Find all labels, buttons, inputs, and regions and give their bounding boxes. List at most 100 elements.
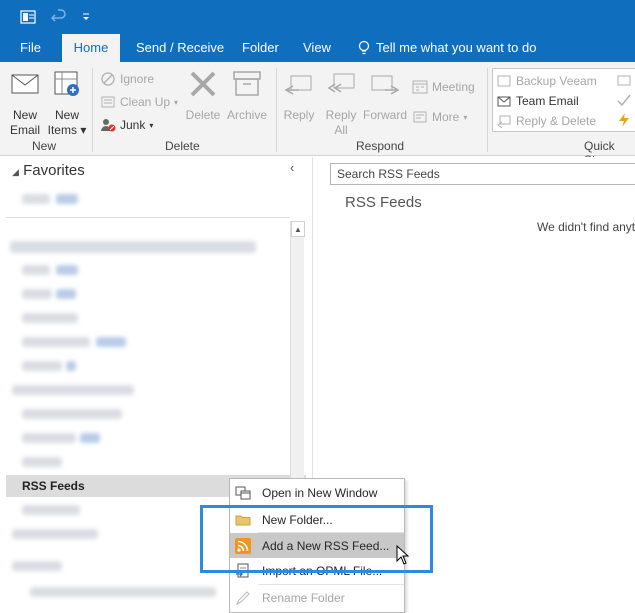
new-email-icon (11, 74, 39, 94)
ribbon-separator (92, 68, 93, 152)
menu-item-label: Open in New Window (262, 485, 378, 500)
mouse-cursor-icon (396, 545, 410, 565)
favorites-header[interactable]: ◢ Favorites (12, 162, 85, 179)
reply-button[interactable]: Reply (280, 68, 318, 123)
reply-all-icon (327, 73, 355, 93)
quick-step-backup-veeam[interactable]: Backup Veeam (496, 72, 597, 90)
redacted-folder[interactable] (22, 505, 80, 515)
delete-button[interactable]: Delete (184, 68, 222, 123)
menu-item-open-new-window[interactable]: Open in New Window (230, 480, 404, 505)
ribbon: New Email New Items ▾ New Ignore Clean U… (0, 62, 635, 167)
junk-icon (101, 119, 116, 132)
menu-item-import-opml[interactable]: Import an OPML File... (230, 558, 404, 583)
folder-title: RSS Feeds (345, 194, 422, 211)
group-label-new: New (32, 139, 57, 153)
reply-icon (284, 75, 312, 95)
tab-send-receive[interactable]: Send / Receive (126, 34, 234, 62)
menu-item-label: Rename Folder (262, 590, 345, 605)
tab-home[interactable]: Home (62, 34, 120, 62)
redacted-groups-header[interactable] (12, 561, 62, 571)
customize-toolbar-icon[interactable] (76, 7, 96, 27)
clean-up-button[interactable]: Clean Up ▾ (100, 93, 178, 111)
done-check-icon (617, 94, 631, 107)
more-respond-button[interactable]: More ▾ (412, 108, 467, 126)
redacted-folder[interactable] (22, 433, 76, 443)
create-new-lightning-icon (619, 113, 629, 127)
rss-feeds-label: RSS Feeds (22, 479, 85, 493)
redacted-folder[interactable] (22, 313, 78, 323)
title-bar (0, 0, 635, 34)
meeting-label: Meeting (432, 80, 475, 94)
redacted-count (96, 337, 126, 347)
redacted-account[interactable] (10, 241, 256, 253)
new-items-icon (54, 71, 79, 96)
tell-me-label: Tell me what you want to do (376, 40, 537, 55)
ribbon-separator (487, 68, 488, 152)
redacted-folder[interactable] (22, 265, 50, 275)
ribbon-tabs: File Home Send / Receive Folder View Tel… (0, 34, 635, 62)
redacted-folder[interactable] (22, 361, 62, 371)
quick-step-icon (497, 75, 511, 87)
context-menu: Open in New Window New Folder... Add a N… (229, 478, 405, 613)
outlook-app-icon[interactable] (18, 7, 38, 27)
reply-all-button[interactable]: Reply All (322, 68, 360, 138)
quick-step-reply-delete[interactable]: Reply & Delete (496, 112, 596, 130)
more-label: More (432, 110, 460, 124)
new-email-button[interactable]: New Email (6, 68, 44, 138)
scroll-up-arrow-icon[interactable]: ▲ (291, 221, 305, 237)
junk-button[interactable]: Junk ▾ (100, 116, 153, 134)
open-window-icon (234, 484, 252, 502)
redacted-count (66, 361, 76, 371)
ignore-label: Ignore (120, 72, 155, 86)
new-email-label-1: New (12, 108, 37, 122)
redacted-count (56, 289, 76, 299)
reply-delete-icon (497, 115, 511, 129)
quick-step-label: Reply & Delete (516, 114, 597, 128)
rss-icon (234, 537, 252, 555)
ignore-button[interactable]: Ignore (100, 70, 154, 88)
clean-up-icon (101, 96, 115, 108)
to-manager-icon (617, 75, 631, 86)
undo-icon[interactable] (49, 7, 69, 27)
favorites-label: Favorites (23, 162, 85, 179)
search-input[interactable]: Search RSS Feeds (330, 163, 635, 185)
junk-label: Junk (120, 118, 146, 132)
redacted-folder[interactable] (22, 337, 90, 347)
menu-item-add-rss-feed[interactable]: Add a New RSS Feed... (230, 533, 404, 558)
tell-me-box[interactable]: Tell me what you want to do (348, 34, 546, 62)
ribbon-separator (276, 68, 277, 152)
forward-button[interactable]: Forward (362, 68, 408, 123)
meeting-icon (412, 80, 428, 94)
lightbulb-icon (358, 40, 370, 55)
new-items-label-2: Items ▾ (47, 123, 87, 137)
redacted-folder[interactable] (22, 409, 122, 419)
redacted-folder[interactable] (22, 194, 50, 204)
team-email-icon (497, 96, 511, 107)
redacted-count (56, 265, 78, 275)
quick-step-team-email[interactable]: Team Email (496, 92, 579, 110)
delete-label: Delete (185, 108, 221, 122)
redacted-folder[interactable] (12, 385, 134, 395)
new-email-label-2: Email (9, 123, 40, 137)
menu-item-label: Import an OPML File... (262, 563, 383, 578)
menu-item-rename-folder[interactable]: Rename Folder (230, 585, 404, 610)
expand-triangle-icon[interactable]: ◢ (12, 167, 19, 177)
redacted-groups-text (30, 587, 216, 597)
redacted-folder[interactable] (12, 529, 98, 539)
redacted-folder[interactable] (22, 289, 52, 299)
archive-button[interactable]: Archive (224, 68, 270, 123)
tab-view[interactable]: View (293, 34, 341, 62)
new-items-button[interactable]: New Items ▾ (46, 68, 88, 138)
collapse-pane-icon[interactable]: ‹ (290, 160, 294, 175)
redacted-folder[interactable] (22, 457, 62, 467)
divider (6, 217, 290, 218)
folder-icon (234, 511, 252, 529)
menu-item-new-folder[interactable]: New Folder... (230, 507, 404, 532)
tab-file[interactable]: File (10, 34, 51, 62)
quick-step-label: Backup Veeam (516, 74, 597, 88)
archive-icon (233, 71, 261, 96)
empty-list-message: We didn't find anyt (537, 220, 635, 234)
meeting-button[interactable]: Meeting (412, 78, 475, 96)
tab-folder[interactable]: Folder (232, 34, 289, 62)
group-label-respond: Respond (356, 139, 405, 153)
